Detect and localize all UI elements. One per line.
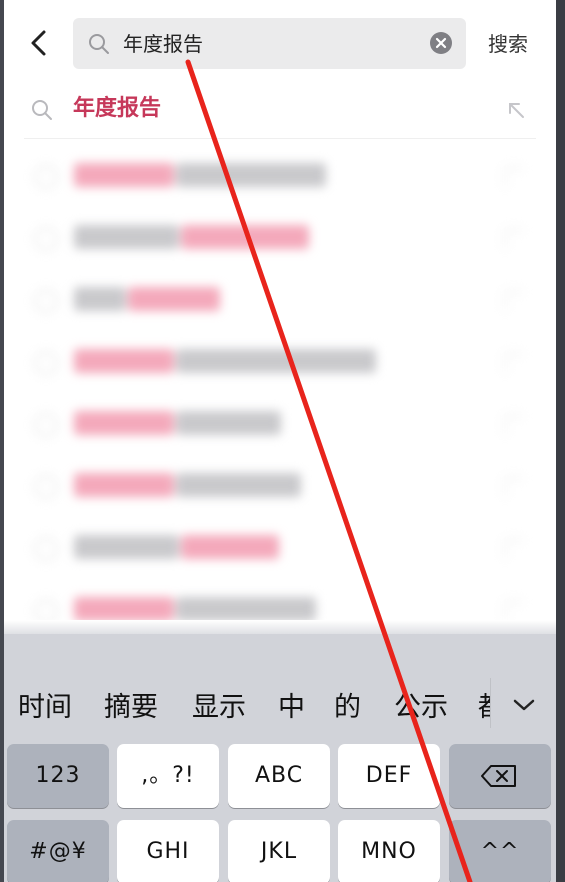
blurred-text	[74, 163, 174, 187]
arrow-icon	[504, 539, 524, 559]
key-ghi[interactable]: GHI	[117, 820, 219, 882]
candidate-word[interactable]: 都	[478, 690, 490, 726]
key-def[interactable]: DEF	[338, 744, 440, 808]
arrow-icon	[504, 167, 524, 187]
keyboard: 时间 摘要 显示 中 的 公示 都 123 ,。?! ABC DEF #@¥ G…	[4, 634, 556, 882]
candidate-word[interactable]: 公示	[394, 690, 448, 726]
candidate-bar: 时间 摘要 显示 中 的 公示 都	[4, 670, 556, 740]
key-abc[interactable]: ABC	[228, 744, 330, 808]
right-edge	[556, 0, 565, 882]
list-item[interactable]	[4, 145, 556, 207]
back-button[interactable]	[24, 26, 54, 60]
blurred-text	[74, 411, 174, 435]
search-icon	[34, 351, 58, 375]
blurred-text	[74, 535, 179, 559]
blurred-text	[128, 287, 220, 311]
candidate-word[interactable]: 显示	[192, 690, 246, 726]
arrow-icon	[504, 291, 524, 311]
key-jkl[interactable]: JKL	[228, 820, 330, 882]
search-query[interactable]: 年度报告	[123, 30, 203, 58]
blurred-text	[176, 597, 316, 621]
list-item[interactable]	[4, 269, 556, 331]
screen: 年度报告 搜索 年度报告 时间 摘要 显示 中 的 公示 123 ,。?! AB…	[4, 0, 556, 882]
close-icon	[435, 37, 447, 49]
search-icon	[34, 537, 58, 561]
list-item[interactable]	[4, 207, 556, 269]
clear-button[interactable]	[430, 32, 452, 54]
search-icon	[34, 413, 58, 437]
candidate-word[interactable]: 中	[278, 690, 305, 726]
key-symbols[interactable]: #@¥	[7, 820, 109, 882]
divider	[24, 138, 536, 139]
search-button[interactable]: 搜索	[488, 30, 528, 58]
chevron-left-icon	[31, 30, 46, 56]
arrow-icon	[504, 477, 524, 497]
search-icon	[34, 165, 58, 189]
search-input[interactable]: 年度报告	[73, 18, 466, 69]
list-item[interactable]	[4, 455, 556, 517]
candidate-divider	[490, 678, 491, 728]
key-123[interactable]: 123	[7, 744, 109, 808]
suggestion-text[interactable]: 年度报告	[73, 94, 161, 124]
blurred-text	[74, 473, 174, 497]
arrow-icon	[504, 415, 524, 435]
fill-query-arrow-icon[interactable]	[504, 98, 528, 122]
chevron-down-icon[interactable]	[509, 690, 539, 720]
search-icon	[34, 475, 58, 499]
search-icon	[32, 100, 52, 120]
blurred-text	[181, 225, 309, 249]
list-item[interactable]	[4, 331, 556, 393]
key-punctuation[interactable]: ,。?!	[117, 744, 219, 808]
blurred-text	[176, 411, 281, 435]
blurred-text	[74, 287, 126, 311]
arrow-icon	[504, 353, 524, 373]
backspace-icon	[481, 765, 516, 787]
arrow-icon	[504, 229, 524, 249]
blurred-text	[176, 473, 301, 497]
list-item[interactable]	[4, 393, 556, 455]
candidate-word[interactable]: 的	[334, 690, 361, 726]
arrow-icon	[504, 601, 524, 621]
blurred-text	[74, 597, 174, 621]
blurred-text	[176, 349, 376, 373]
search-icon	[34, 289, 58, 313]
list-item[interactable]	[4, 517, 556, 579]
blurred-text	[176, 163, 326, 187]
search-header: 年度报告 搜索	[4, 0, 556, 88]
search-icon	[89, 34, 109, 54]
key-emoticon[interactable]: ^^	[449, 820, 551, 882]
backspace-key[interactable]	[449, 744, 551, 808]
key-mno[interactable]: MNO	[338, 820, 440, 882]
candidate-word[interactable]: 时间	[18, 690, 72, 726]
blurred-text	[74, 349, 174, 373]
suggestion-item[interactable]: 年度报告	[4, 88, 556, 138]
blurred-text	[181, 535, 279, 559]
blurred-text	[74, 225, 179, 249]
blurred-result-list	[4, 145, 556, 641]
candidate-word[interactable]: 摘要	[104, 690, 158, 726]
search-icon	[34, 227, 58, 251]
